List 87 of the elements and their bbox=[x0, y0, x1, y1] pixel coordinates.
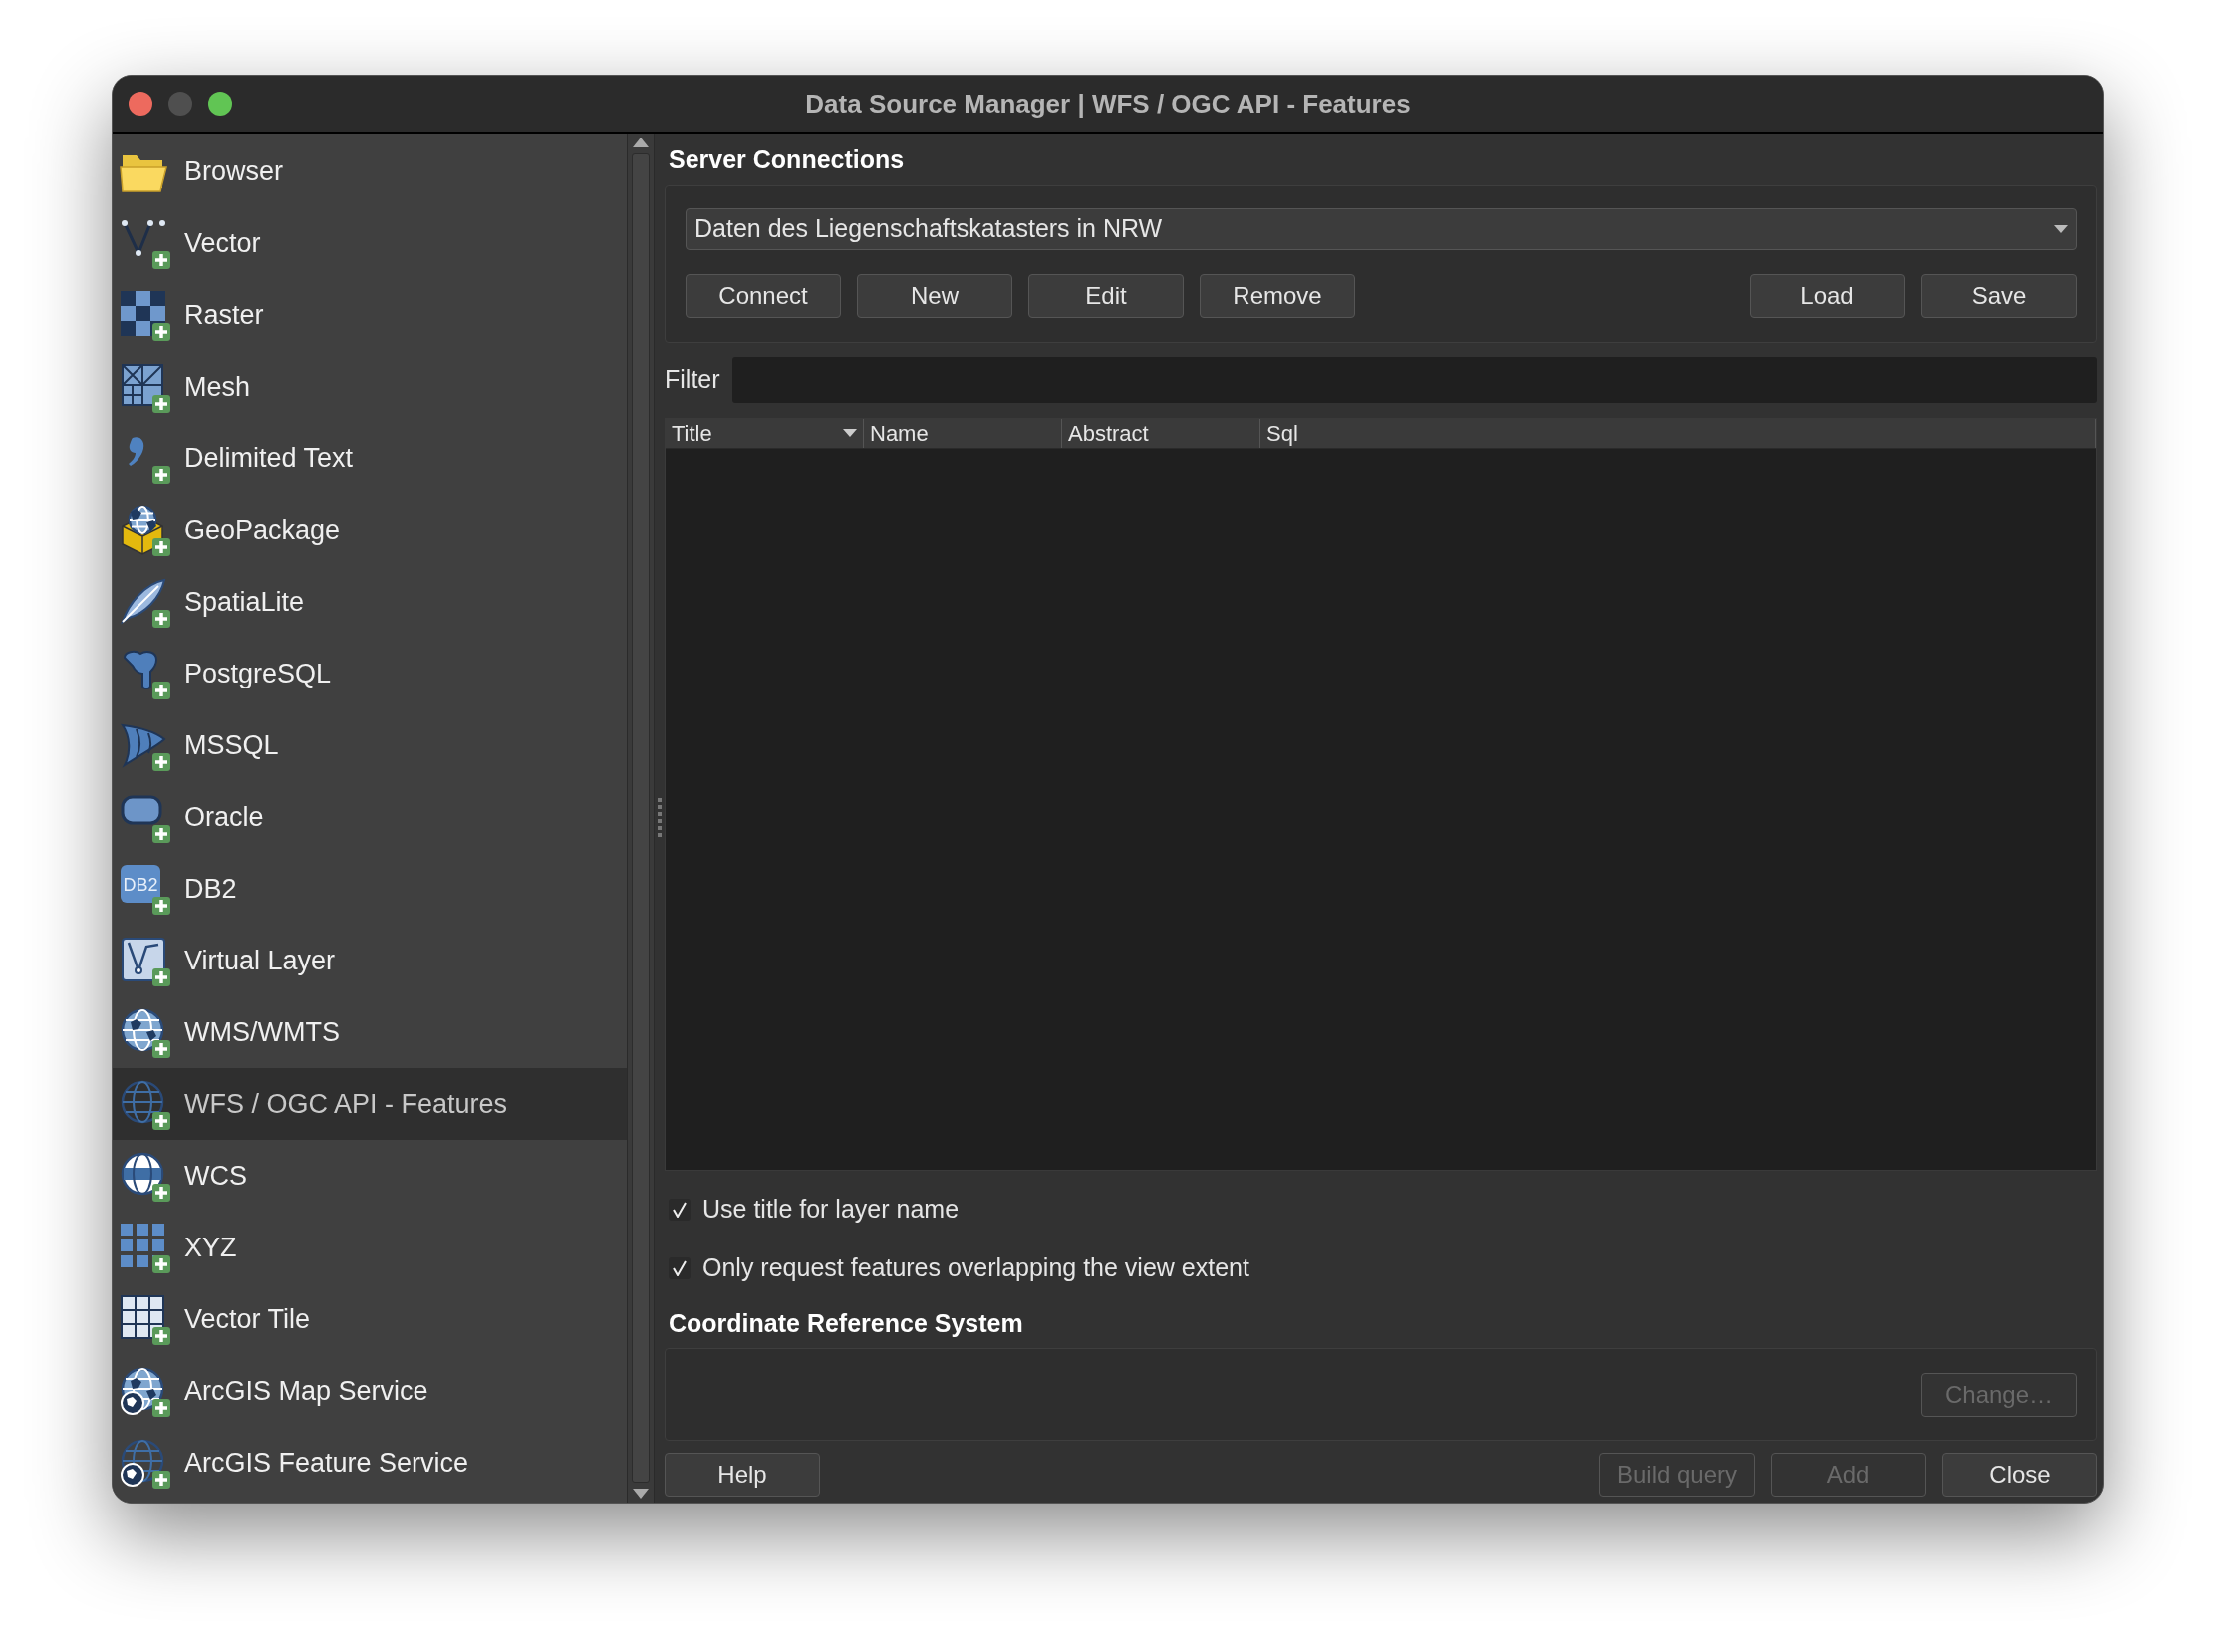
sidebar-item-label: ArcGIS Map Service bbox=[184, 1374, 428, 1408]
sidebar-item[interactable]: DB2 DB2 bbox=[113, 853, 627, 925]
checkerboard-icon bbox=[119, 289, 170, 341]
tile-grid-icon bbox=[119, 1222, 170, 1273]
sidebar-item-label: WFS / OGC API - Features bbox=[184, 1087, 508, 1121]
database-tile-icon bbox=[121, 865, 160, 903]
sidebar-item[interactable]: Vector Tile bbox=[113, 1283, 627, 1355]
globe-box-icon bbox=[119, 504, 170, 556]
sidebar-item-label: Vector bbox=[184, 226, 261, 260]
sidebar-item[interactable]: Browser bbox=[113, 136, 627, 207]
icon-label: DB2 bbox=[123, 875, 158, 895]
button[interactable]: Edit bbox=[1028, 273, 1184, 318]
sidebar-item[interactable]: Virtual Layer bbox=[113, 925, 627, 996]
sidebar-item[interactable]: SpatiaLite bbox=[113, 566, 627, 638]
sidebar-item-label: WMS/WMTS bbox=[184, 1015, 340, 1049]
sidebar-item-label: Delimited Text bbox=[184, 441, 354, 475]
checkbox-label: Only request features overlapping the view extent bbox=[702, 1252, 1249, 1284]
sidebar-item[interactable]: Vector bbox=[113, 207, 627, 279]
button[interactable]: Save bbox=[1921, 273, 2077, 318]
button[interactable]: Load bbox=[1750, 273, 1905, 318]
sidebar-item-label: XYZ bbox=[184, 1231, 237, 1264]
sidebar-item[interactable]: MSSQL bbox=[113, 709, 627, 781]
connection-dropdown[interactable]: Daten des Liegenschaftskatasters in NRW bbox=[686, 207, 2077, 250]
filter-label: Filter bbox=[665, 363, 720, 395]
button[interactable]: Close bbox=[1942, 1453, 2097, 1497]
feather-icon bbox=[119, 576, 170, 628]
mesh-grid-icon bbox=[119, 361, 170, 413]
scroll-up-arrow-icon[interactable] bbox=[633, 138, 649, 147]
sort-arrow-icon bbox=[843, 429, 857, 437]
tile-grid-icon bbox=[119, 1293, 170, 1345]
sidebar-item[interactable]: XYZ bbox=[113, 1212, 627, 1283]
sidebar-item[interactable]: Oracle bbox=[113, 781, 627, 853]
maximize-window-button[interactable] bbox=[208, 92, 232, 116]
sidebar-item[interactable]: WFS / OGC API - Features bbox=[113, 1068, 627, 1140]
button[interactable]: Remove bbox=[1200, 273, 1355, 318]
scrollbar[interactable] bbox=[627, 134, 655, 1503]
column-header[interactable]: Name bbox=[864, 418, 1062, 448]
section-title: Server Connections bbox=[669, 144, 906, 175]
check-icon bbox=[673, 1201, 687, 1218]
sidebar-item[interactable]: Mesh bbox=[113, 351, 627, 422]
column-header[interactable]: Abstract bbox=[1062, 418, 1260, 448]
sidebar-item[interactable]: GeoPackage bbox=[113, 494, 627, 566]
globe-icon bbox=[119, 1437, 170, 1489]
sidebar-item-label: DB2 bbox=[184, 872, 237, 906]
polyline-icon bbox=[119, 935, 170, 986]
sidebar-item-label: ArcGIS Feature Service bbox=[184, 1446, 469, 1480]
scrollbar-thumb[interactable] bbox=[632, 153, 650, 1483]
sidebar-item-label: PostgreSQL bbox=[184, 657, 332, 690]
close-window-button[interactable] bbox=[129, 92, 152, 116]
sidebar-item-label: MSSQL bbox=[184, 728, 279, 762]
sidebar-item-label: Mesh bbox=[184, 370, 251, 404]
sidebar-item-label: WCS bbox=[184, 1159, 247, 1193]
checkbox-label: Use title for layer name bbox=[702, 1193, 960, 1225]
sidebar-item-label: Virtual Layer bbox=[184, 944, 336, 977]
splitter-handle-icon[interactable] bbox=[658, 798, 662, 838]
button[interactable]: New bbox=[857, 273, 1012, 318]
globe-icon bbox=[119, 1078, 170, 1130]
sidebar-item[interactable]: WMS/WMTS bbox=[113, 996, 627, 1068]
sidebar-item[interactable]: ArcGIS Map Service bbox=[113, 1355, 627, 1427]
column-header[interactable]: Sql bbox=[1260, 418, 2096, 448]
sidebar-item-label: Browser bbox=[184, 154, 284, 188]
globe-icon bbox=[119, 1150, 170, 1202]
sidebar-item[interactable]: ArcGIS Feature Service bbox=[113, 1427, 627, 1499]
sidebar-item[interactable]: Raster bbox=[113, 279, 627, 351]
sidebar-item-label: SpatiaLite bbox=[184, 585, 305, 619]
globe-icon bbox=[119, 1365, 170, 1417]
button[interactable]: Help bbox=[665, 1453, 820, 1497]
sidebar-item[interactable]: WCS bbox=[113, 1140, 627, 1212]
sidebar-item-label: GeoPackage bbox=[184, 513, 341, 547]
sidebar-item-label: Raster bbox=[184, 298, 264, 332]
globe-icon bbox=[119, 1006, 170, 1058]
dropdown-value: Daten des Liegenschaftskatasters in NRW bbox=[694, 212, 1163, 244]
vector-line-icon bbox=[119, 217, 170, 269]
sidebar-item-label: Vector Tile bbox=[184, 1302, 311, 1336]
button[interactable]: Connect bbox=[686, 273, 841, 318]
sidebar-item[interactable]: PostgreSQL bbox=[113, 638, 627, 709]
scroll-down-arrow-icon[interactable] bbox=[633, 1489, 649, 1499]
sidebar-item[interactable]: Delimited Text bbox=[113, 422, 627, 494]
check-icon bbox=[673, 1260, 687, 1277]
checkbox[interactable] bbox=[669, 1198, 691, 1221]
plus-icon bbox=[152, 897, 170, 915]
window-title: Data Source Manager | WFS / OGC API - Features bbox=[804, 87, 1412, 121]
dropdown-caret-icon bbox=[2054, 224, 2068, 233]
checkbox[interactable] bbox=[669, 1257, 691, 1280]
section-title: Coordinate Reference System bbox=[669, 1307, 1024, 1339]
column-header[interactable]: Title bbox=[666, 418, 864, 448]
sidebar-item-label: Oracle bbox=[184, 800, 264, 834]
